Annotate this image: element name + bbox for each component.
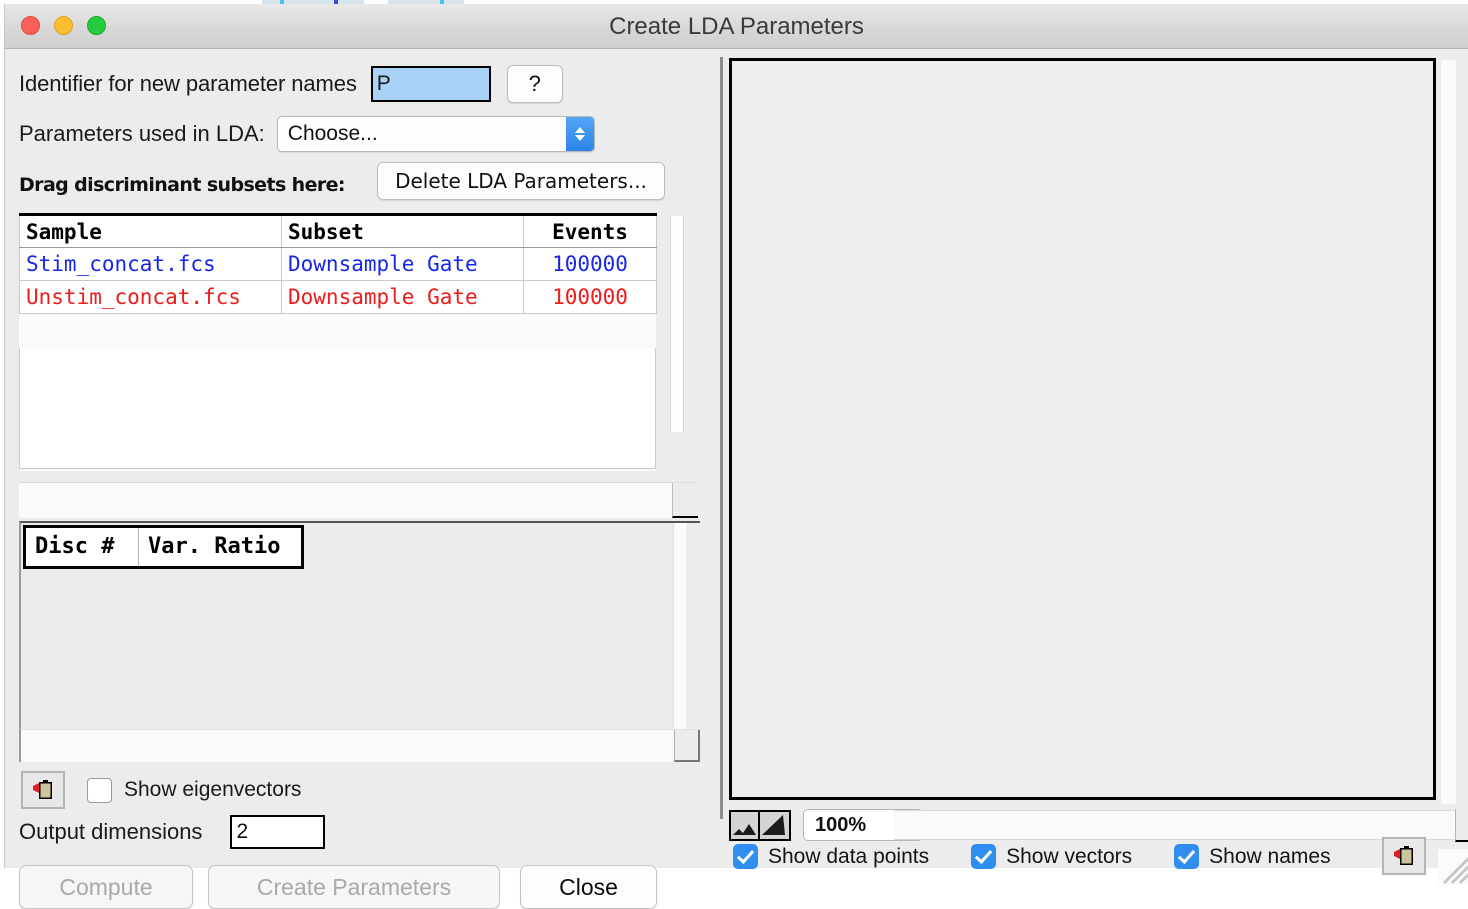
show-vectors-label: Show vectors: [1006, 844, 1133, 868]
window-title: Create LDA Parameters: [609, 13, 864, 40]
show-eigenvectors-row: Show eigenvectors: [21, 771, 301, 809]
zoom-in-chart-icon[interactable]: [760, 809, 791, 841]
create-lda-parameters-window: Create LDA Parameters Identifier for new…: [4, 4, 1468, 909]
window-titlebar: Create LDA Parameters: [5, 4, 1468, 49]
parameters-used-row: Parameters used in LDA: Choose...: [19, 116, 595, 152]
show-eigenvectors-checkbox[interactable]: [87, 777, 112, 803]
subsets-vertical-scrollbar[interactable]: [670, 216, 684, 432]
show-names-label: Show names: [1209, 844, 1331, 868]
checkmark-icon: [971, 844, 997, 869]
column-header-var-ratio[interactable]: Var. Ratio: [139, 528, 301, 566]
cell-subset: Downsample Gate: [281, 247, 524, 281]
identifier-label: Identifier for new parameter names: [19, 71, 357, 96]
subsets-horizontal-scrollbar[interactable]: [19, 482, 698, 518]
column-header-events[interactable]: Events: [523, 214, 657, 248]
cell-events: 100000: [523, 280, 657, 314]
zoom-out-chart-icon[interactable]: [729, 809, 760, 841]
column-header-disc-num[interactable]: Disc #: [26, 528, 139, 566]
chevron-updown-icon[interactable]: [565, 117, 594, 151]
discriminant-table-panel[interactable]: Disc # Var. Ratio: [19, 521, 700, 761]
subsets-table-panel[interactable]: Sample Subset Events Stim_concat.fcs Dow…: [19, 213, 698, 471]
table-row[interactable]: Stim_concat.fcs Downsample Gate 100000: [19, 247, 657, 281]
identifier-row: Identifier for new parameter names P ?: [19, 65, 563, 103]
discriminant-horizontal-scrollbar[interactable]: [19, 729, 700, 762]
right-pane: 100% Show data points Show vectors Show …: [711, 49, 1468, 885]
checkmark-icon: [1174, 844, 1200, 869]
close-button[interactable]: Close: [520, 865, 657, 909]
display-options-row: Show data points Show vectors Show names: [733, 844, 1331, 869]
cell-subset: Downsample Gate: [281, 280, 524, 314]
subsets-table-empty-body: [19, 348, 656, 469]
drag-subsets-label: Drag discriminant subsets here:: [19, 174, 346, 196]
show-eigenvectors-label: Show eigenvectors: [124, 778, 302, 801]
discriminant-vertical-scrollbar[interactable]: [673, 523, 686, 733]
output-dimensions-label: Output dimensions: [19, 819, 203, 844]
scrollbar-corner: [1455, 809, 1468, 842]
column-header-sample[interactable]: Sample: [19, 214, 282, 248]
output-dimensions-input[interactable]: 2: [230, 815, 326, 849]
pane-divider[interactable]: [720, 57, 723, 819]
help-button[interactable]: ?: [506, 65, 563, 103]
plot-vertical-scrollbar[interactable]: [1441, 60, 1456, 804]
cell-sample: Unstim_concat.fcs: [19, 280, 282, 314]
lda-plot-canvas[interactable]: [729, 58, 1436, 800]
show-vectors-checkbox[interactable]: Show vectors: [971, 844, 1132, 869]
copy-to-clipboard-button[interactable]: [21, 771, 65, 809]
identifier-input[interactable]: P: [370, 66, 491, 102]
show-names-checkbox[interactable]: Show names: [1174, 844, 1331, 869]
show-data-points-label: Show data points: [768, 844, 930, 868]
parameters-used-value: Choose...: [287, 122, 378, 145]
column-header-subset[interactable]: Subset: [281, 214, 524, 248]
zoom-level-value: 100%: [815, 814, 867, 836]
table-row[interactable]: Unstim_concat.fcs Downsample Gate 100000: [19, 280, 657, 314]
copy-plot-to-clipboard-button[interactable]: [1382, 837, 1426, 875]
clipboard-icon: [1394, 846, 1413, 865]
compute-button[interactable]: Compute: [19, 865, 193, 909]
window-resize-grip[interactable]: [1438, 849, 1468, 885]
subsets-table[interactable]: Sample Subset Events Stim_concat.fcs Dow…: [19, 213, 657, 314]
scrollbar-corner: [672, 483, 698, 518]
output-dimensions-row: Output dimensions 2: [19, 815, 326, 849]
parameters-used-label: Parameters used in LDA:: [19, 121, 265, 146]
table-header-row: Sample Subset Events: [19, 214, 657, 248]
parameters-used-dropdown[interactable]: Choose...: [276, 116, 595, 152]
clipboard-icon: [33, 780, 52, 799]
scrollbar-corner: [674, 730, 700, 762]
show-data-points-checkbox[interactable]: Show data points: [733, 844, 929, 869]
create-parameters-button[interactable]: Create Parameters: [208, 865, 500, 909]
plot-horizontal-scrollbar[interactable]: [894, 810, 1455, 840]
left-pane: Identifier for new parameter names P ? P…: [5, 49, 711, 909]
cell-sample: Stim_concat.fcs: [19, 247, 282, 281]
cell-events: 100000: [523, 247, 657, 281]
delete-lda-parameters-button[interactable]: Delete LDA Parameters...: [377, 162, 665, 200]
zoom-toolbar: 100%: [729, 809, 1468, 842]
discriminant-table-header: Disc # Var. Ratio: [23, 525, 304, 569]
checkmark-icon: [733, 844, 758, 869]
